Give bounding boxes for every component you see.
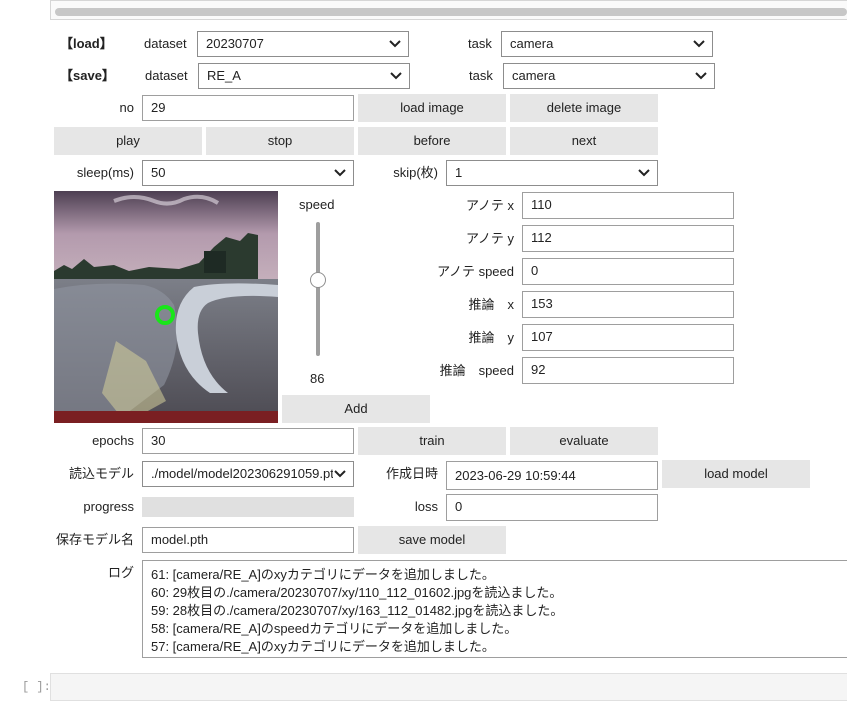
pred-y-input[interactable]: 107 bbox=[522, 324, 734, 351]
log-label: ログ bbox=[107, 565, 134, 580]
save-model-button[interactable]: save model bbox=[358, 526, 506, 554]
load-dataset-label: dataset bbox=[144, 36, 187, 51]
load-task-value: camera bbox=[510, 36, 554, 51]
anno-y-input[interactable]: 112 bbox=[522, 225, 734, 252]
load-image-button[interactable]: load image bbox=[358, 94, 506, 122]
anno-speed-label: アノテ speed bbox=[437, 264, 514, 279]
pred-x-label: 推論 x bbox=[468, 297, 514, 312]
speed-value: 86 bbox=[310, 371, 325, 386]
chevron-down-icon bbox=[333, 462, 347, 486]
created-label: 作成日時 bbox=[385, 466, 438, 481]
anno-speed-input[interactable]: 0 bbox=[522, 258, 734, 285]
stop-button[interactable]: stop bbox=[206, 127, 354, 155]
sleep-label: sleep(ms) bbox=[76, 165, 134, 180]
before-button[interactable]: before bbox=[358, 127, 506, 155]
save-dataset-value: RE_A bbox=[207, 68, 241, 83]
anno-x-label: アノテ x bbox=[466, 198, 514, 213]
load-dataset-select[interactable]: 20230707 bbox=[197, 31, 409, 57]
anno-y-label: アノテ y bbox=[466, 231, 514, 246]
pred-x-input[interactable]: 153 bbox=[522, 291, 734, 318]
next-code-cell[interactable] bbox=[50, 673, 847, 701]
horizontal-scrollbar[interactable] bbox=[55, 8, 847, 16]
loss-label: loss bbox=[414, 499, 438, 514]
no-label: no bbox=[119, 100, 134, 115]
progress-label: progress bbox=[83, 499, 134, 514]
read-model-value: ./model/model202306291059.pth bbox=[151, 466, 342, 481]
epochs-input[interactable]: 30 bbox=[142, 428, 354, 454]
loss-input[interactable]: 0 bbox=[446, 494, 658, 521]
load-section-label: 【load】 bbox=[60, 36, 113, 51]
load-task-label: task bbox=[468, 36, 492, 51]
delete-image-button[interactable]: delete image bbox=[510, 94, 658, 122]
log-line: 59: 28枚目の./camera/20230707/xy/163_112_01… bbox=[151, 603, 564, 618]
read-model-select[interactable]: ./model/model202306291059.pth bbox=[142, 461, 354, 487]
save-task-label: task bbox=[469, 68, 493, 83]
save-dataset-label: dataset bbox=[145, 68, 188, 83]
load-dataset-value: 20230707 bbox=[206, 36, 264, 51]
anno-x-input[interactable]: 110 bbox=[522, 192, 734, 219]
save-task-value: camera bbox=[512, 68, 556, 83]
skip-label: skip(枚) bbox=[393, 165, 438, 180]
speed-label: speed bbox=[299, 197, 335, 212]
speed-slider-thumb[interactable] bbox=[310, 271, 326, 288]
image-no-input[interactable]: 29 bbox=[142, 95, 354, 121]
log-line: 58: [camera/RE_A]のspeedカテゴリにデータを追加しました。 bbox=[151, 621, 518, 636]
log-line: 60: 29枚目の./camera/20230707/xy/110_112_01… bbox=[151, 585, 563, 600]
sleep-value: 50 bbox=[151, 165, 166, 180]
log-textarea[interactable]: 61: [camera/RE_A]のxyカテゴリにデータを追加しました。 60:… bbox=[142, 560, 847, 658]
read-model-label: 読込モデル bbox=[68, 466, 134, 481]
pred-speed-label: 推論 speed bbox=[439, 363, 514, 378]
epochs-label: epochs bbox=[92, 433, 134, 448]
evaluate-button[interactable]: evaluate bbox=[510, 427, 658, 455]
load-model-button[interactable]: load model bbox=[662, 460, 810, 488]
play-button[interactable]: play bbox=[54, 127, 202, 155]
next-button[interactable]: next bbox=[510, 127, 658, 155]
camera-image[interactable] bbox=[54, 191, 278, 423]
chevron-down-icon bbox=[638, 169, 650, 177]
save-task-select[interactable]: camera bbox=[503, 63, 715, 89]
add-button[interactable]: Add bbox=[282, 395, 430, 423]
skip-select[interactable]: 1 bbox=[446, 160, 658, 186]
camera-frame bbox=[54, 191, 278, 423]
progress-bar bbox=[142, 497, 354, 517]
log-line: 61: [camera/RE_A]のxyカテゴリにデータを追加しました。 bbox=[151, 567, 495, 582]
created-input[interactable]: 2023-06-29 10:59:44 bbox=[446, 461, 658, 490]
load-task-select[interactable]: camera bbox=[501, 31, 713, 57]
sleep-select[interactable]: 50 bbox=[142, 160, 354, 186]
chevron-down-icon bbox=[693, 40, 705, 48]
save-dataset-select[interactable]: RE_A bbox=[198, 63, 410, 89]
chevron-down-icon bbox=[389, 40, 401, 48]
log-line: 57: [camera/RE_A]のxyカテゴリにデータを追加しました。 bbox=[151, 639, 495, 654]
chevron-down-icon bbox=[334, 169, 346, 177]
pred-y-label: 推論 y bbox=[468, 330, 514, 345]
skip-value: 1 bbox=[455, 165, 463, 180]
pred-speed-input[interactable]: 92 bbox=[522, 357, 734, 384]
speed-slider-track[interactable] bbox=[316, 222, 320, 356]
cell-prompt: [ ]: bbox=[22, 680, 51, 694]
train-button[interactable]: train bbox=[358, 427, 506, 455]
chevron-down-icon bbox=[390, 72, 402, 80]
chevron-down-icon bbox=[695, 72, 707, 80]
save-model-name-label: 保存モデル名 bbox=[55, 532, 134, 547]
save-model-name-input[interactable]: model.pth bbox=[142, 527, 354, 553]
save-section-label: 【save】 bbox=[60, 68, 115, 83]
